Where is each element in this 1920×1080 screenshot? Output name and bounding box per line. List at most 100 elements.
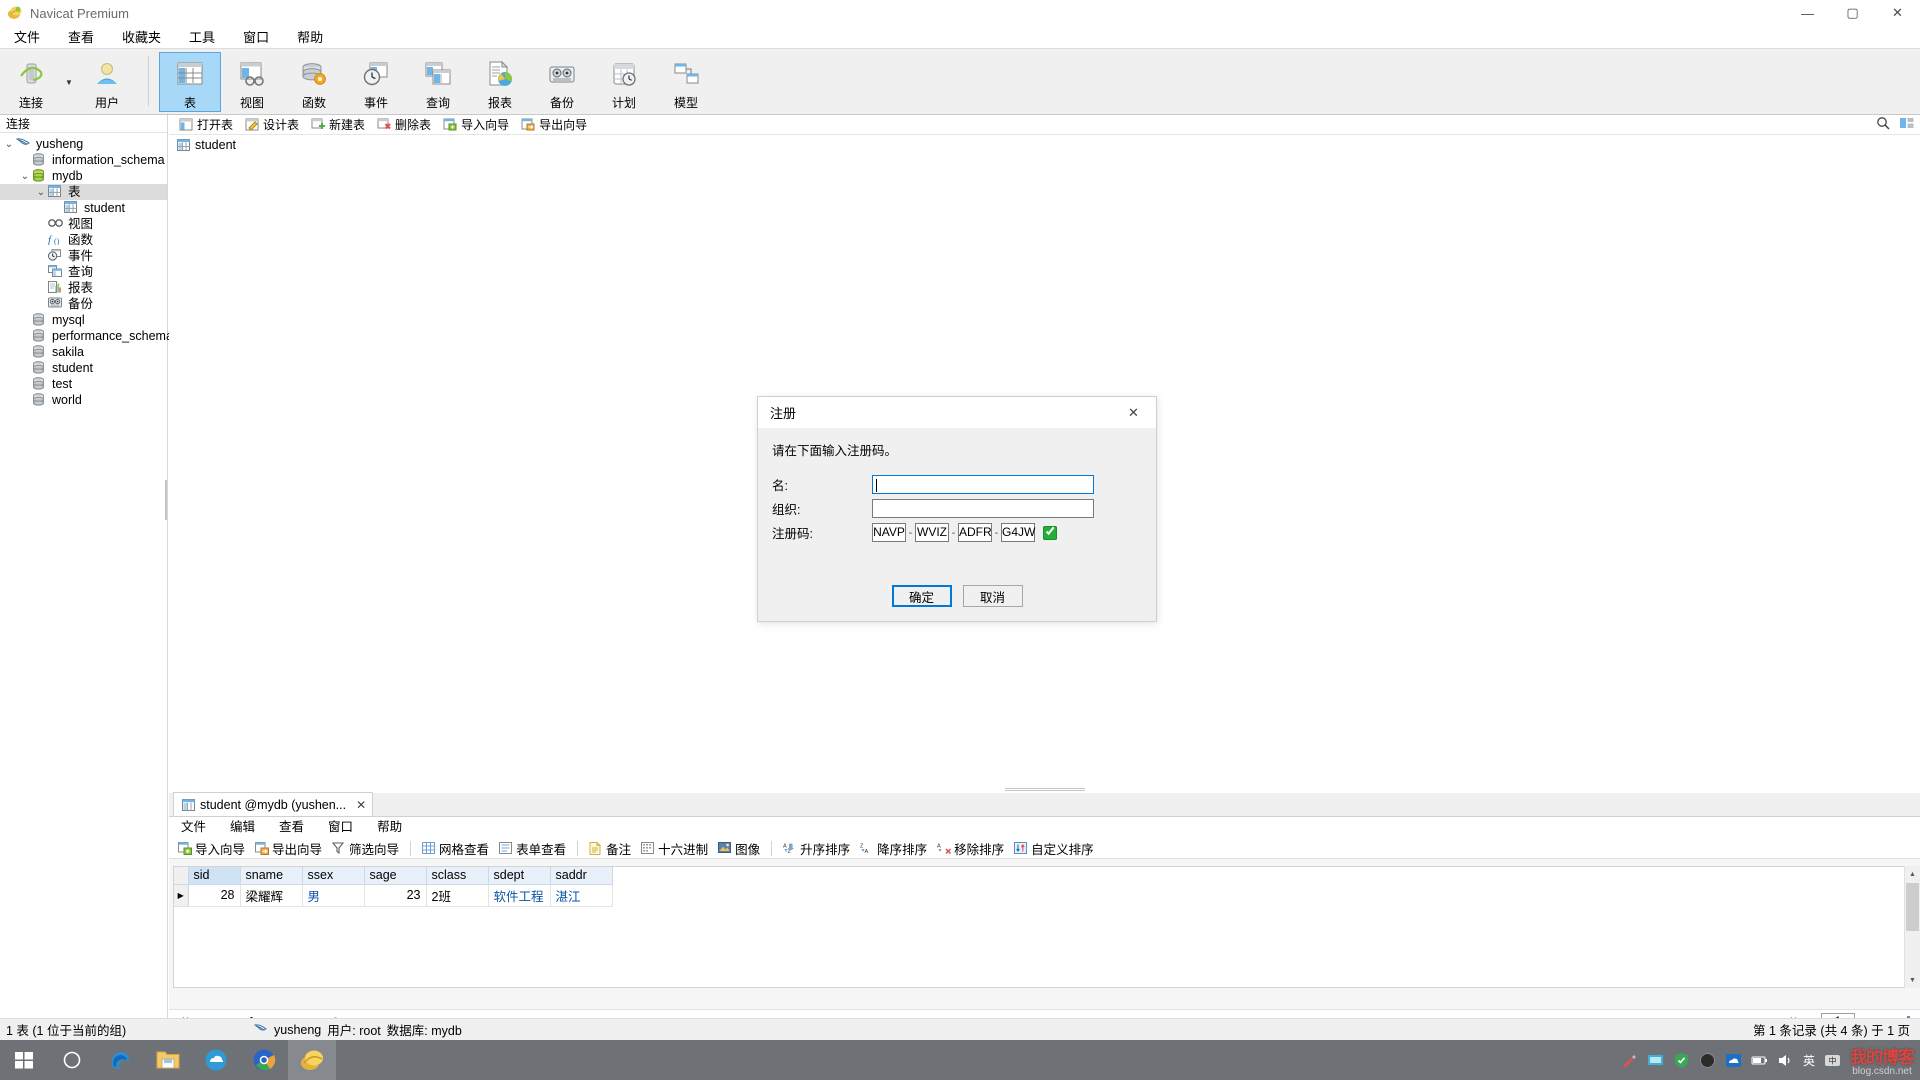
- cloud-drive-icon[interactable]: [192, 1040, 240, 1080]
- toolbar-backup[interactable]: 备份: [531, 52, 593, 112]
- key-part-1[interactable]: NAVP: [872, 523, 906, 542]
- tree-item-[interactable]: 视图: [0, 216, 167, 232]
- toolbar-functions[interactable]: 函数: [283, 52, 345, 112]
- menu-help[interactable]: 帮助: [283, 27, 337, 48]
- table-cell-sclass[interactable]: 2班: [426, 884, 489, 907]
- export-wizard-button[interactable]: 导出向导: [515, 116, 593, 134]
- tree-item-[interactable]: 报表: [0, 280, 167, 296]
- data-toolbar-export-wizard-button[interactable]: 导出向导: [250, 839, 327, 858]
- table-cell-sdept[interactable]: 软件工程: [488, 884, 551, 907]
- toolbar-reports[interactable]: 报表: [469, 52, 531, 112]
- column-header-sage[interactable]: sage: [364, 867, 427, 885]
- name-input[interactable]: [872, 475, 1094, 494]
- data-menu-window[interactable]: 窗口: [316, 817, 365, 838]
- close-icon[interactable]: ✕: [356, 798, 366, 812]
- speaker-icon[interactable]: [1777, 1052, 1794, 1069]
- ok-button[interactable]: 确定: [891, 585, 952, 607]
- cancel-button[interactable]: 取消: [962, 585, 1023, 607]
- file-explorer-icon[interactable]: [144, 1040, 192, 1080]
- table-cell-ssex[interactable]: 男: [302, 884, 365, 907]
- shield-icon[interactable]: [1673, 1052, 1690, 1069]
- tree-item-[interactable]: f() 函数: [0, 232, 167, 248]
- ime-icon[interactable]: 中: [1824, 1052, 1841, 1069]
- cloud-icon[interactable]: [1725, 1052, 1742, 1069]
- data-toolbar-custom-sort-button[interactable]: 自定义排序: [1009, 839, 1099, 858]
- circle-icon[interactable]: [1699, 1052, 1716, 1069]
- dialog-close-button[interactable]: ✕: [1111, 397, 1156, 428]
- new-table-button[interactable]: 新建表: [305, 116, 371, 134]
- toolbar-user[interactable]: 用户: [76, 52, 138, 112]
- column-header-sid[interactable]: sid: [188, 867, 241, 885]
- organization-input[interactable]: [872, 499, 1094, 518]
- search-icon[interactable]: [1876, 116, 1890, 133]
- toolbar-connection[interactable]: 连接: [0, 52, 62, 112]
- data-toolbar-import-wizard-button[interactable]: 导入向导: [173, 839, 250, 858]
- tree-item-information_schema[interactable]: information_schema: [0, 152, 167, 168]
- column-header-sname[interactable]: sname: [240, 867, 303, 885]
- menu-view[interactable]: 查看: [54, 27, 108, 48]
- delete-table-button[interactable]: 删除表: [371, 116, 437, 134]
- data-toolbar-sort-remove-button[interactable]: A 移除排序: [932, 839, 1009, 858]
- key-part-2[interactable]: WVIZ: [915, 523, 949, 542]
- data-toolbar-form-view-button[interactable]: 表单查看: [494, 839, 571, 858]
- tree-item-[interactable]: ⌄ 表: [0, 184, 167, 200]
- taskbar-navicat-logo-icon[interactable]: [288, 1040, 336, 1080]
- horizontal-splitter[interactable]: [169, 785, 1920, 793]
- screen-icon[interactable]: [1647, 1052, 1664, 1069]
- windows-start-icon[interactable]: [0, 1040, 48, 1080]
- tree-item-yusheng[interactable]: ⌄ yusheng: [0, 136, 167, 152]
- ime-language-indicator[interactable]: 英: [1803, 1052, 1815, 1069]
- menu-window[interactable]: 窗口: [229, 27, 283, 48]
- scroll-up-icon[interactable]: ▲: [1905, 866, 1920, 882]
- key-part-4[interactable]: G4JW: [1001, 523, 1035, 542]
- tree-item-world[interactable]: world: [0, 392, 167, 408]
- data-toolbar-grid-view-button[interactable]: 网格查看: [417, 839, 494, 858]
- table-cell-sage[interactable]: 23: [364, 884, 427, 907]
- table-row[interactable]: ▶ 28 梁耀辉男 23 2班 软件工程 湛江: [174, 884, 613, 907]
- edge-browser-icon[interactable]: [96, 1040, 144, 1080]
- data-toolbar-filter-button[interactable]: 筛选向导: [327, 839, 404, 858]
- data-menu-edit[interactable]: 编辑: [218, 817, 267, 838]
- grid-vertical-scrollbar[interactable]: ▲ ▼: [1904, 866, 1920, 988]
- table-cell-sid[interactable]: 28: [188, 884, 241, 907]
- object-list-item-student[interactable]: student: [169, 136, 1920, 153]
- column-header-sdept[interactable]: sdept: [488, 867, 551, 885]
- tree-item-performance_schema[interactable]: performance_schema: [0, 328, 173, 344]
- chevron-down-icon[interactable]: ⌄: [2, 139, 16, 150]
- design-table-button[interactable]: 设计表: [239, 116, 305, 134]
- chrome-browser-icon[interactable]: [240, 1040, 288, 1080]
- connection-dropdown-caret-icon[interactable]: ▼: [62, 52, 76, 112]
- data-menu-view[interactable]: 查看: [267, 817, 316, 838]
- table-cell-sname[interactable]: 梁耀辉: [240, 884, 303, 907]
- column-header-sclass[interactable]: sclass: [426, 867, 489, 885]
- open-table-button[interactable]: 打开表: [173, 116, 239, 134]
- toolbar-events[interactable]: 事件: [345, 52, 407, 112]
- data-toolbar-sort-asc-button[interactable]: A Z 升序排序: [778, 839, 855, 858]
- tree-item-[interactable]: 备份: [0, 296, 167, 312]
- tree-item-[interactable]: 查询: [0, 264, 167, 280]
- table-cell-saddr[interactable]: 湛江: [550, 884, 613, 907]
- chevron-down-icon[interactable]: ⌄: [34, 187, 48, 198]
- scrollbar-thumb[interactable]: [1906, 883, 1919, 931]
- tree-item-test[interactable]: test: [0, 376, 167, 392]
- column-header-saddr[interactable]: saddr: [550, 867, 613, 885]
- tree-item-mysql[interactable]: mysql: [0, 312, 167, 328]
- close-window-button[interactable]: ✕: [1875, 0, 1920, 27]
- battery-icon[interactable]: [1751, 1052, 1768, 1069]
- minimize-button[interactable]: —: [1785, 0, 1830, 27]
- toolbar-queries[interactable]: 查询: [407, 52, 469, 112]
- menu-file[interactable]: 文件: [0, 27, 54, 48]
- cortana-circle-icon[interactable]: [48, 1040, 96, 1080]
- pen-icon[interactable]: [1621, 1052, 1638, 1069]
- tree-item-sakila[interactable]: sakila: [0, 344, 167, 360]
- import-wizard-button[interactable]: 导入向导: [437, 116, 515, 134]
- maximize-button[interactable]: ▢: [1830, 0, 1875, 27]
- toolbar-tables[interactable]: 表: [159, 52, 221, 112]
- menu-tools[interactable]: 工具: [175, 27, 229, 48]
- key-part-3[interactable]: ADFR: [958, 523, 992, 542]
- data-menu-help[interactable]: 帮助: [365, 817, 414, 838]
- chevron-down-icon[interactable]: ⌄: [18, 171, 32, 182]
- data-toolbar-memo-button[interactable]: 备注: [584, 839, 636, 858]
- data-toolbar-sort-desc-button[interactable]: Z A 降序排序: [855, 839, 932, 858]
- tree-item-student[interactable]: student: [0, 200, 167, 216]
